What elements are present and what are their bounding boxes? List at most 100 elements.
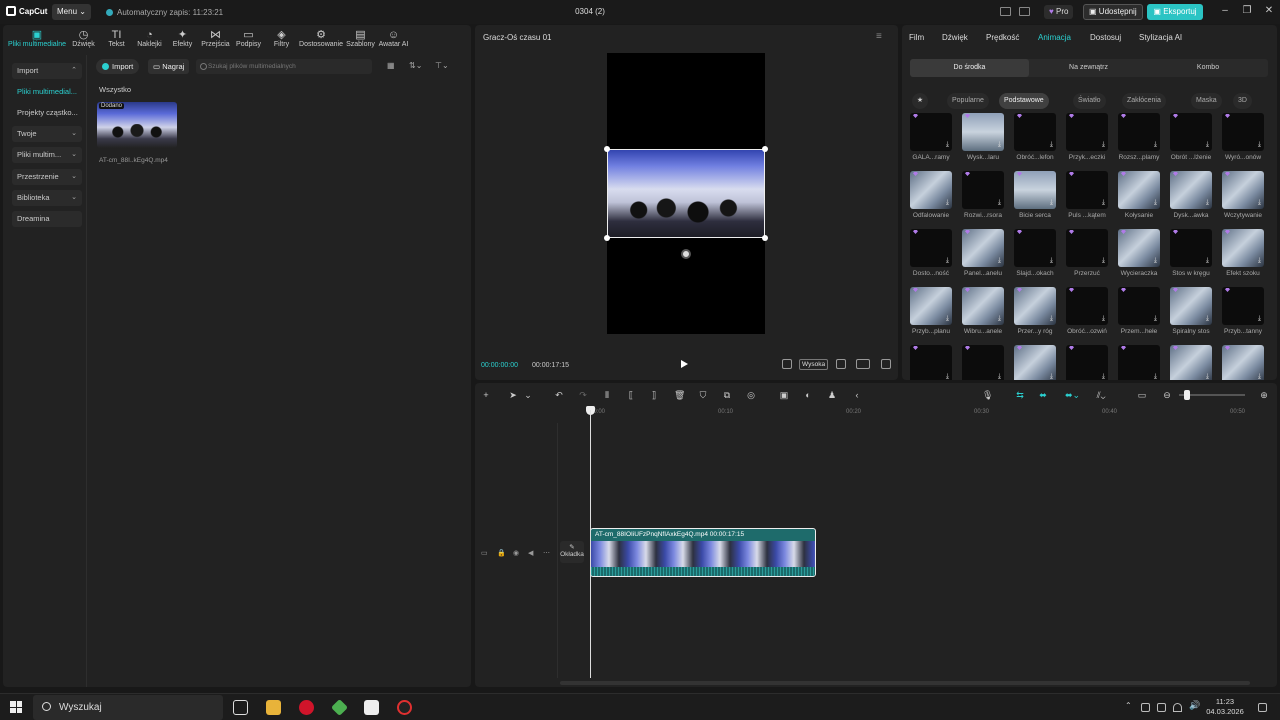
resize-handle[interactable] [604,146,610,152]
sidebar-item-7[interactable]: Dreamina [12,211,82,227]
animation-card[interactable]: ⤓ [1014,113,1056,151]
recording-app-icon[interactable] [397,700,412,715]
tool-tab-3[interactable]: ◔ Naklejki [133,25,166,53]
sidebar-item-3[interactable]: Twoje ⌄ [12,126,82,142]
resize-handle[interactable] [604,235,610,241]
zoom-out-icon[interactable]: ⊖ [1162,390,1172,400]
time-ruler[interactable]: 00:00 00:10 00:20 00:30 00:40 00:50 [588,407,1277,417]
animation-card[interactable]: ⤓ [1066,113,1108,151]
capcut-taskbar-icon[interactable] [364,700,379,715]
freeze-icon[interactable]: ▣ [779,390,789,400]
ratio-icon[interactable] [856,359,870,369]
pro-button[interactable]: ♥ Pro [1044,5,1074,19]
maximize-icon[interactable]: ❐ [1240,5,1254,17]
more-icon[interactable]: ⋯ [543,549,551,557]
mode-icon[interactable] [782,359,792,369]
add-icon[interactable]: + [481,390,491,400]
import-button[interactable]: Import [96,59,140,74]
undo-icon[interactable]: ↶ [554,390,564,400]
media-thumbnail[interactable]: Dodano [97,102,177,148]
resize-handle[interactable] [762,235,768,241]
player-menu-icon[interactable]: ≡ [876,31,882,42]
redo-icon[interactable]: ↷ [578,390,588,400]
animation-card[interactable]: ⤓ [1118,113,1160,151]
mirror-icon[interactable]: ◐ [803,390,813,400]
split-left-icon[interactable]: ⟦ [626,390,636,400]
tool-tab-2[interactable]: TI Tekst [100,25,133,53]
playhead[interactable] [590,410,591,678]
animation-card[interactable]: ⤓ [1066,171,1108,209]
menu-button[interactable]: Menu ⌄ [52,4,91,20]
animation-card[interactable]: ⤓ [1170,287,1212,325]
animation-card[interactable]: ⤓ [1066,229,1108,267]
tool-tab-0[interactable]: ▣ Pliki multimedialne [7,25,67,53]
animation-card[interactable]: ⤓ [1118,345,1160,380]
animation-card[interactable]: ⤓ [1118,287,1160,325]
tool-tab-8[interactable]: ⚙ Dostosowanie [298,25,344,53]
snap-icon[interactable]: ⬌⌄ [1065,390,1080,400]
animation-card[interactable]: ⤓ [1170,113,1212,151]
resize-handle[interactable] [762,146,768,152]
animation-card[interactable]: ⤓ [1014,287,1056,325]
tool-tab-6[interactable]: ▭ Podpisy [232,25,265,53]
video-clip[interactable]: AT-cm_88IOIiUFzPnqNfIAxkEg4Q.mp4 00:00:1… [590,528,816,577]
animation-card[interactable]: ⤓ [1170,171,1212,209]
animation-card[interactable]: ⤓ [962,113,1004,151]
wifi-icon[interactable] [1173,703,1182,712]
eye-icon[interactable]: ◉ [513,549,521,557]
clock[interactable]: 11:23 04.03.2026 [1195,697,1255,717]
marker-icon[interactable]: ⛉ [698,390,708,400]
crop-icon[interactable]: ⧉ [722,390,732,400]
link-icon[interactable]: ⇆ [1015,390,1025,400]
sidebar-item-6[interactable]: Biblioteka ⌄ [12,190,82,206]
screenshot-icon[interactable] [836,359,846,369]
file-explorer-icon[interactable] [266,700,281,715]
preview-axis-icon[interactable]: ⫽⌄ [1096,390,1106,400]
track-video-icon[interactable]: ▭ [481,549,489,557]
microphone-icon[interactable]: 🎙 [982,390,993,400]
chevron-down-icon[interactable]: ⌄ [523,390,533,400]
tool-tab-7[interactable]: ◈ Filtry [265,25,298,53]
share-button[interactable]: ▣ Udostępnij [1083,4,1143,20]
tray-app-icon[interactable] [1141,703,1150,712]
animation-card[interactable]: ⤓ [910,345,952,380]
quality-select[interactable]: Wysoka [799,359,829,370]
rotate-handle-icon[interactable] [681,249,691,259]
animation-card[interactable]: ⤓ [1066,287,1108,325]
zoom-in-icon[interactable]: ⊕ [1259,390,1269,400]
animation-card[interactable]: ⤓ [1118,229,1160,267]
cover-button[interactable]: ✎ Okładka [560,541,584,563]
animation-card[interactable]: ⤓ [1014,229,1056,267]
sidebar-item-4[interactable]: Pliki multim... ⌄ [12,147,82,163]
close-icon[interactable]: ✕ [1262,5,1276,17]
notifications-icon[interactable] [1258,703,1267,712]
animation-card[interactable]: ⤓ [1014,171,1056,209]
select-tool-icon[interactable]: ➤ [508,390,518,400]
sidebar-item-5[interactable]: Przestrzenie ⌄ [12,169,82,185]
animation-card[interactable]: ⤓ [1170,229,1212,267]
split-right-icon[interactable]: ⟧ [649,390,659,400]
animation-card[interactable]: ⤓ [962,171,1004,209]
horizontal-scrollbar[interactable] [560,681,1250,685]
animation-card[interactable]: ⤓ [962,345,1004,380]
record-button[interactable]: ▭ Nagraj [148,59,190,74]
animation-card[interactable]: ⤓ [962,229,1004,267]
tool-tab-9[interactable]: ▤ Szablony [344,25,377,53]
animation-card[interactable]: ⤓ [1066,345,1108,380]
task-view-icon[interactable] [233,700,248,715]
tray-chevron-icon[interactable]: ⌃ [1125,701,1134,710]
magnet-icon[interactable]: ⬌ [1038,390,1048,400]
tool-tab-10[interactable]: ☺ Awatar AI [377,25,410,53]
collapse-icon[interactable]: ‹ [852,390,862,400]
animation-card[interactable]: ⤓ [1222,171,1264,209]
minecraft-icon[interactable] [331,699,348,716]
split-icon[interactable]: ⫴ [602,390,612,400]
grid-view-icon[interactable]: ▦ [387,61,395,70]
taskbar-search[interactable]: Wyszukaj [33,695,223,720]
speaker-icon[interactable]: ◀ [528,549,536,557]
layout-icon[interactable] [1000,7,1011,16]
delete-icon[interactable]: 🗑 [674,390,685,400]
all-filter-label[interactable]: Wszystko [99,85,131,94]
export-button[interactable]: ▣ Eksportuj [1147,4,1203,20]
tool-tab-5[interactable]: ⋈ Przejścia [199,25,232,53]
